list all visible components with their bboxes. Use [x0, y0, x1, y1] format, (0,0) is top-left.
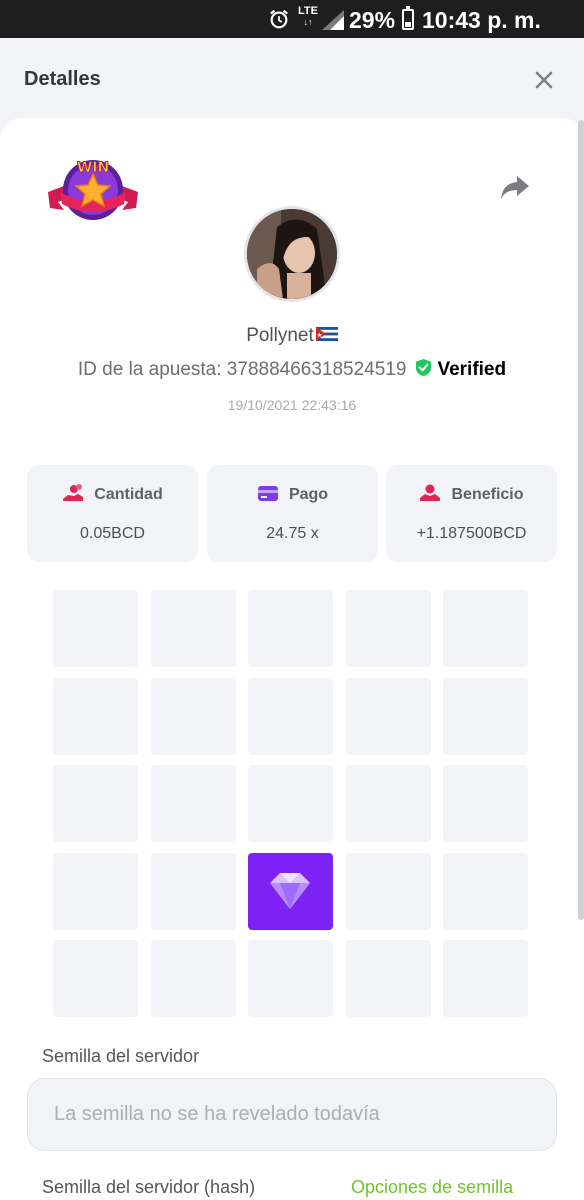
board-tile[interactable] — [151, 940, 236, 1017]
win-badge-icon: WIN — [48, 160, 138, 220]
status-bar: LTE ↓↑ 29% 10:43 p. m. — [0, 0, 584, 38]
board-tile[interactable] — [248, 765, 333, 842]
verified-label: Verified — [437, 359, 507, 380]
board-tile[interactable] — [53, 765, 138, 842]
battery-icon — [402, 6, 414, 30]
coins-hand-icon — [63, 484, 84, 501]
board-tile[interactable] — [248, 590, 333, 667]
stat-label: Cantidad — [94, 486, 163, 504]
stat-header: Pago — [207, 485, 378, 505]
board-tile[interactable] — [53, 678, 138, 755]
board-tile[interactable] — [346, 590, 431, 667]
page-title: Detalles — [24, 68, 101, 90]
bet-datetime: 19/10/2021 22:43:16 — [227, 397, 357, 413]
gem-icon — [270, 873, 310, 909]
bet-id: ID de la apuesta: 3788846631852451​9 — [77, 359, 407, 380]
board-tile[interactable] — [151, 853, 236, 930]
server-seed-hash-label: Semilla del servidor (hash) — [42, 1177, 256, 1197]
stat-header: Beneficio — [386, 484, 557, 505]
board-tile[interactable] — [346, 940, 431, 1017]
cuba-flag-icon — [315, 326, 338, 341]
stat-value: 0.05BCD — [80, 525, 145, 542]
board-tile[interactable] — [151, 678, 236, 755]
profit-hand-icon — [420, 484, 441, 501]
username-text: Pollynet — [246, 325, 314, 346]
verified-shield-icon — [416, 359, 432, 377]
board-tile[interactable] — [443, 765, 528, 842]
stat-label: Pago — [288, 486, 329, 504]
server-seed-label: Semilla del servidor — [42, 1046, 200, 1066]
bet-id-line: ID de la apuesta: 3788846631852451​9 Ver… — [0, 359, 584, 381]
battery-percent: 29% — [349, 7, 396, 33]
stat-label: Beneficio — [451, 486, 524, 504]
alarm-clock-icon — [270, 9, 288, 29]
mines-board — [53, 590, 528, 1017]
board-tile[interactable] — [346, 765, 431, 842]
board-tile[interactable] — [443, 590, 528, 667]
board-tile[interactable] — [443, 678, 528, 755]
board-tile[interactable] — [151, 590, 236, 667]
credit-card-icon — [257, 486, 278, 501]
board-tile[interactable] — [53, 853, 138, 930]
board-tile[interactable] — [151, 765, 236, 842]
stat-card-beneficio: Beneficio +1.187500BCD — [386, 465, 557, 562]
close-icon[interactable] — [530, 66, 558, 94]
data-arrows-icon: ↓↑ — [303, 17, 313, 27]
stat-card-pago: Pago 24.75 x — [207, 465, 378, 562]
clock: 10:43 p. m. — [422, 7, 541, 33]
board-tile[interactable] — [346, 853, 431, 930]
battery-fill — [405, 22, 411, 27]
scrollbar[interactable] — [578, 120, 584, 920]
player-username: Pollynet — [0, 325, 584, 347]
win-badge-text: WIN — [77, 160, 109, 176]
board-tile[interactable] — [443, 853, 528, 930]
board-tile[interactable] — [53, 940, 138, 1017]
signal-strength-icon — [322, 10, 344, 30]
server-seed-input[interactable] — [27, 1078, 557, 1151]
modal-header: Detalles — [0, 38, 584, 120]
board-tile[interactable] — [53, 590, 138, 667]
network-type-indicator: LTE ↓↑ — [298, 5, 318, 28]
stat-header: Cantidad — [27, 484, 198, 505]
stat-value: +1.187500BCD — [416, 525, 527, 542]
stat-value: 24.75 x — [266, 525, 319, 542]
board-tile[interactable] — [443, 940, 528, 1017]
board-tile[interactable] — [248, 940, 333, 1017]
avatar — [244, 206, 340, 302]
avatar-photo — [247, 209, 337, 299]
board-tile[interactable] — [346, 678, 431, 755]
seed-options-link[interactable]: Opciones de semilla — [351, 1177, 513, 1198]
share-icon[interactable] — [499, 172, 531, 202]
board-tile-gem[interactable] — [248, 853, 333, 930]
stat-card-cantidad: Cantidad 0.05BCD — [27, 465, 198, 562]
board-tile[interactable] — [248, 678, 333, 755]
